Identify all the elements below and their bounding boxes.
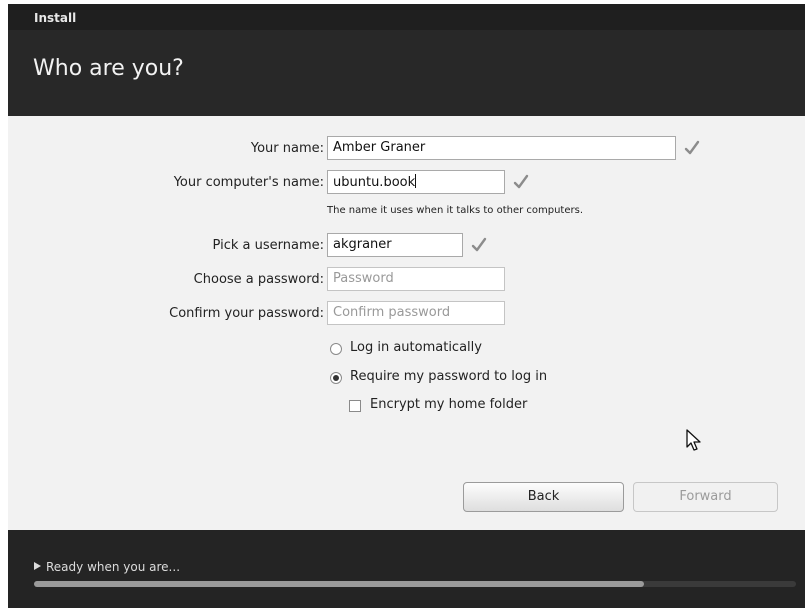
window-title: Install xyxy=(34,11,77,25)
username-valid-checkmark-icon xyxy=(471,237,487,252)
computer-name-label: Your computer's name: xyxy=(173,175,324,190)
username-field[interactable]: akgraner xyxy=(327,233,463,257)
password-label: Choose a password: xyxy=(193,272,324,287)
page-header: Who are you? xyxy=(8,30,805,116)
status-expander[interactable]: Ready when you are... xyxy=(34,560,180,574)
name-label: Your name: xyxy=(250,141,324,156)
status-text: Ready when you are... xyxy=(46,560,181,574)
text-caret xyxy=(415,174,417,188)
installer-window: Install Who are you? Your name: Amber Gr… xyxy=(8,4,805,608)
name-field[interactable]: Amber Graner xyxy=(327,136,676,160)
password-field[interactable]: Password xyxy=(327,267,505,291)
mouse-pointer-icon xyxy=(686,429,701,451)
forward-button[interactable]: Forward xyxy=(633,482,778,512)
encrypt-home-label[interactable]: Encrypt my home folder xyxy=(370,397,527,412)
encrypt-home-checkbox[interactable] xyxy=(349,400,361,412)
progress-bar xyxy=(34,581,796,587)
computer-name-valid-checkmark-icon xyxy=(513,174,529,189)
back-button[interactable]: Back xyxy=(463,482,624,512)
login-automatically-label[interactable]: Log in automatically xyxy=(350,340,482,355)
computer-name-hint: The name it uses when it talks to other … xyxy=(327,205,584,216)
progress-footer: Ready when you are... xyxy=(8,530,805,608)
confirm-password-label: Confirm your password: xyxy=(169,306,324,321)
title-bar: Install xyxy=(8,4,805,30)
page-title: Who are you? xyxy=(33,56,184,81)
login-automatically-radio[interactable] xyxy=(330,343,342,355)
require-password-label[interactable]: Require my password to log in xyxy=(350,369,547,384)
require-password-radio[interactable] xyxy=(330,372,342,384)
username-label: Pick a username: xyxy=(212,238,324,253)
expander-arrow-icon xyxy=(34,562,41,570)
name-valid-checkmark-icon xyxy=(684,140,700,155)
progress-bar-fill xyxy=(34,581,644,587)
user-setup-form: Your name: Amber Graner Your computer's … xyxy=(8,116,805,530)
computer-name-field[interactable]: ubuntu.book xyxy=(327,170,505,194)
computer-name-value: ubuntu.book xyxy=(333,175,416,190)
confirm-password-field[interactable]: Confirm password xyxy=(327,301,505,325)
